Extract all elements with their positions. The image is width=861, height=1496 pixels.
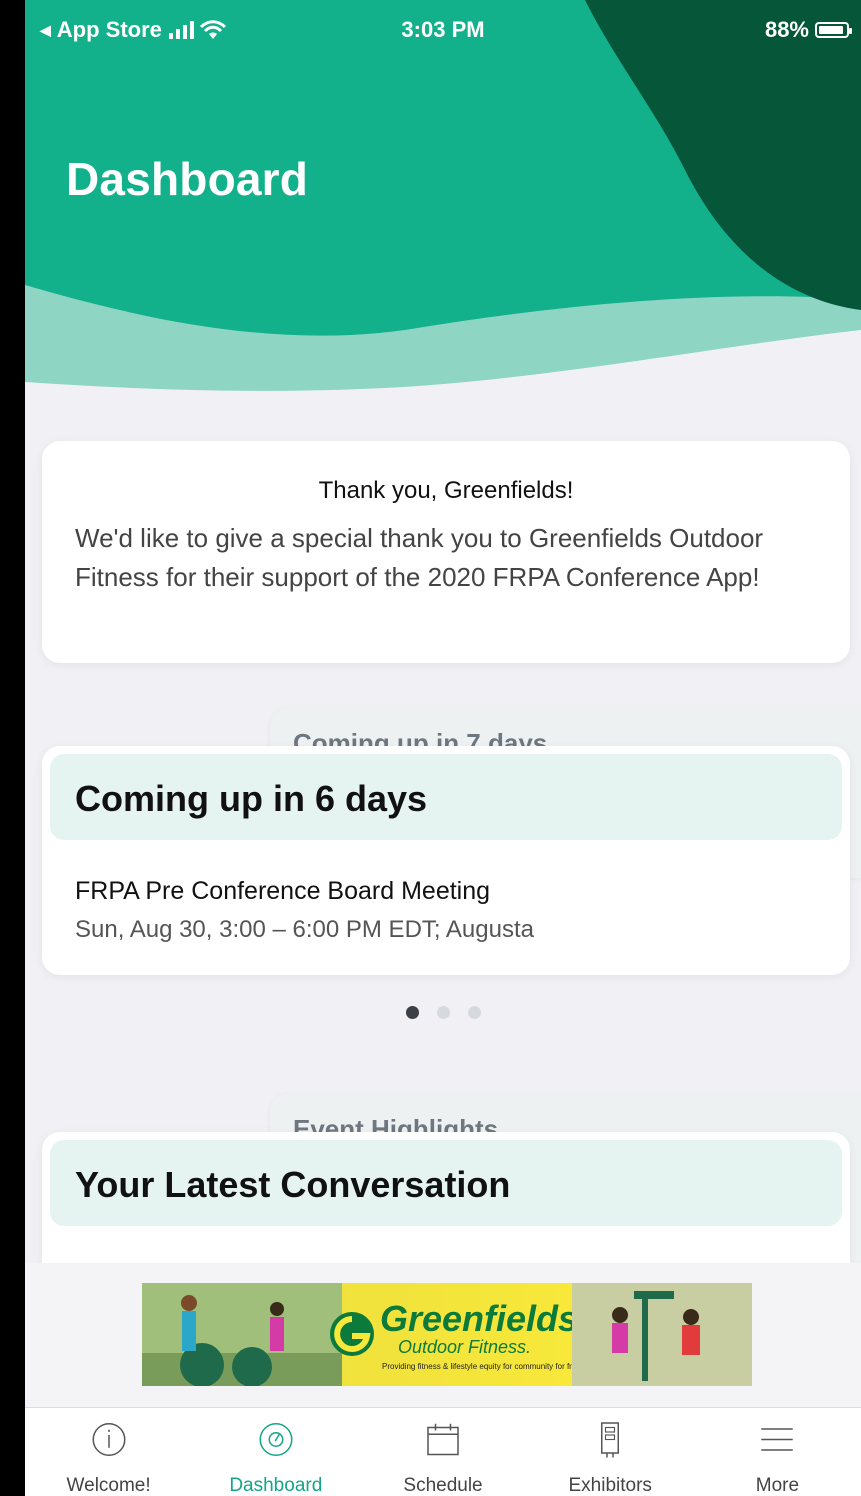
pager-dot-2[interactable] [436, 1006, 450, 1019]
page-title: Dashboard [66, 153, 309, 205]
ad-banner-strip: Greenfields Outdoor Fitness. Providing f… [25, 1263, 861, 1407]
battery-icon [815, 22, 852, 38]
sponsor-ad-banner[interactable]: Greenfields Outdoor Fitness. Providing f… [142, 1283, 752, 1386]
battery-percent: 88% [764, 17, 809, 42]
tab-welcome[interactable]: Welcome! [25, 1408, 192, 1496]
conversation-card-title: Your Latest Conversation [75, 1164, 511, 1205]
sponsor-thanks-title: Thank you, Greenfields! [318, 477, 574, 504]
tab-dashboard-label: Dashboard [229, 1475, 323, 1496]
tab-schedule-label: Schedule [403, 1475, 483, 1496]
upcoming-card-header: Coming up in 6 days [50, 754, 842, 840]
tab-exhibitors-label: Exhibitors [568, 1475, 652, 1496]
carousel-pager[interactable] [25, 1006, 861, 1019]
menu-icon [761, 1428, 794, 1451]
upcoming-event-card[interactable]: Coming up in 6 days FRPA Pre Conference … [42, 746, 850, 975]
sponsor-brand: Greenfields [380, 1298, 579, 1339]
tab-bar: Welcome! Dashboard Schedule Exhibitors M… [25, 1407, 861, 1496]
dashboard-gauge-icon [259, 1423, 293, 1456]
app-screen: ◀ App Store 3:03 PM 88% Dashboard Thank … [25, 0, 861, 1496]
tab-welcome-label: Welcome! [66, 1475, 151, 1496]
tab-schedule[interactable]: Schedule [359, 1408, 526, 1496]
battery-status: 88% [764, 17, 852, 43]
pager-dot-3[interactable] [467, 1006, 481, 1019]
greenfields-logo-icon [330, 1312, 374, 1356]
info-icon [92, 1423, 126, 1456]
sponsor-tagline: Providing fitness & lifestyle equity for… [382, 1362, 583, 1371]
tab-more-label: More [755, 1475, 800, 1496]
sponsor-thanks-card[interactable]: Thank you, Greenfields! We'd like to giv… [42, 441, 850, 663]
tab-more[interactable]: More [694, 1408, 861, 1496]
status-bar: ◀ App Store 3:03 PM 88% [25, 0, 861, 62]
sponsor-subtitle: Outdoor Fitness. [398, 1337, 532, 1357]
tab-dashboard[interactable]: Dashboard [192, 1408, 359, 1496]
tab-exhibitors[interactable]: Exhibitors [527, 1408, 694, 1496]
sponsor-ad-text: Greenfields Outdoor Fitness. Providing f… [380, 1298, 583, 1372]
exhibitor-booth-icon [601, 1422, 620, 1458]
conversation-card-header: Your Latest Conversation [50, 1140, 842, 1226]
sponsor-thanks-body: We'd like to give a special thank you to… [75, 523, 764, 592]
event-details: Sun, Aug 30, 3:00 – 6:00 PM EDT; Augusta [75, 916, 534, 943]
upcoming-card-title: Coming up in 6 days [75, 778, 428, 819]
status-time: 3:03 PM [401, 17, 485, 42]
event-name[interactable]: FRPA Pre Conference Board Meeting [75, 877, 490, 906]
fitness-people-left-image [142, 1283, 342, 1386]
calendar-icon [427, 1423, 459, 1456]
pager-dot-1[interactable] [405, 1006, 419, 1019]
fitness-people-right-image [572, 1283, 752, 1386]
